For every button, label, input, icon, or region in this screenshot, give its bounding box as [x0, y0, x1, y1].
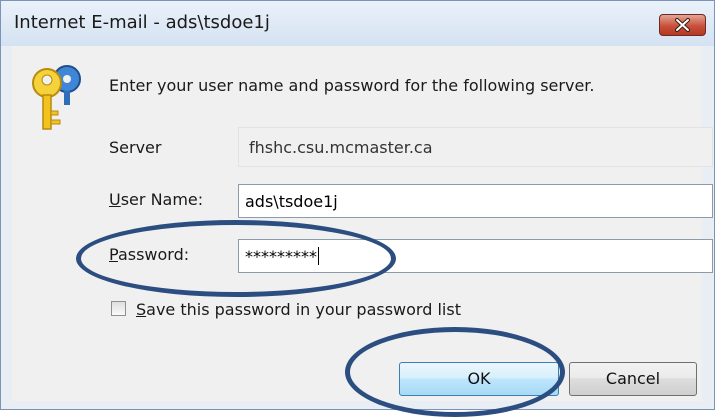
server-label: Server [109, 138, 162, 157]
title-bar: Internet E-mail - ads\tsdoe1j [1, 1, 714, 46]
user-name-mnemonic: U [109, 190, 121, 209]
ok-highlight-ellipse [345, 327, 565, 417]
credentials-dialog: Internet E-mail - ads\tsdoe1j Enter your… [0, 0, 715, 410]
close-icon [675, 18, 690, 32]
server-value: fhshc.csu.mcmaster.ca [238, 127, 713, 167]
password-highlight-ellipse [76, 220, 396, 297]
save-password-mnemonic: S [136, 300, 147, 319]
save-password-checkbox[interactable] [111, 301, 126, 316]
save-password-label-text: ave this password in your password list [146, 300, 461, 319]
user-name-label: User Name: [109, 190, 203, 209]
keys-icon [32, 65, 81, 130]
instruction-text: Enter your user name and password for th… [109, 76, 595, 95]
window-title: Internet E-mail - ads\tsdoe1j [14, 12, 270, 33]
cancel-button[interactable]: Cancel [569, 362, 697, 396]
user-name-label-text: ser Name: [120, 190, 204, 209]
save-password-label[interactable]: Save this password in your password list [136, 300, 461, 319]
dialog-body [12, 46, 702, 401]
user-name-field[interactable]: ads\tsdoe1j [238, 184, 713, 218]
close-button[interactable] [659, 14, 706, 36]
